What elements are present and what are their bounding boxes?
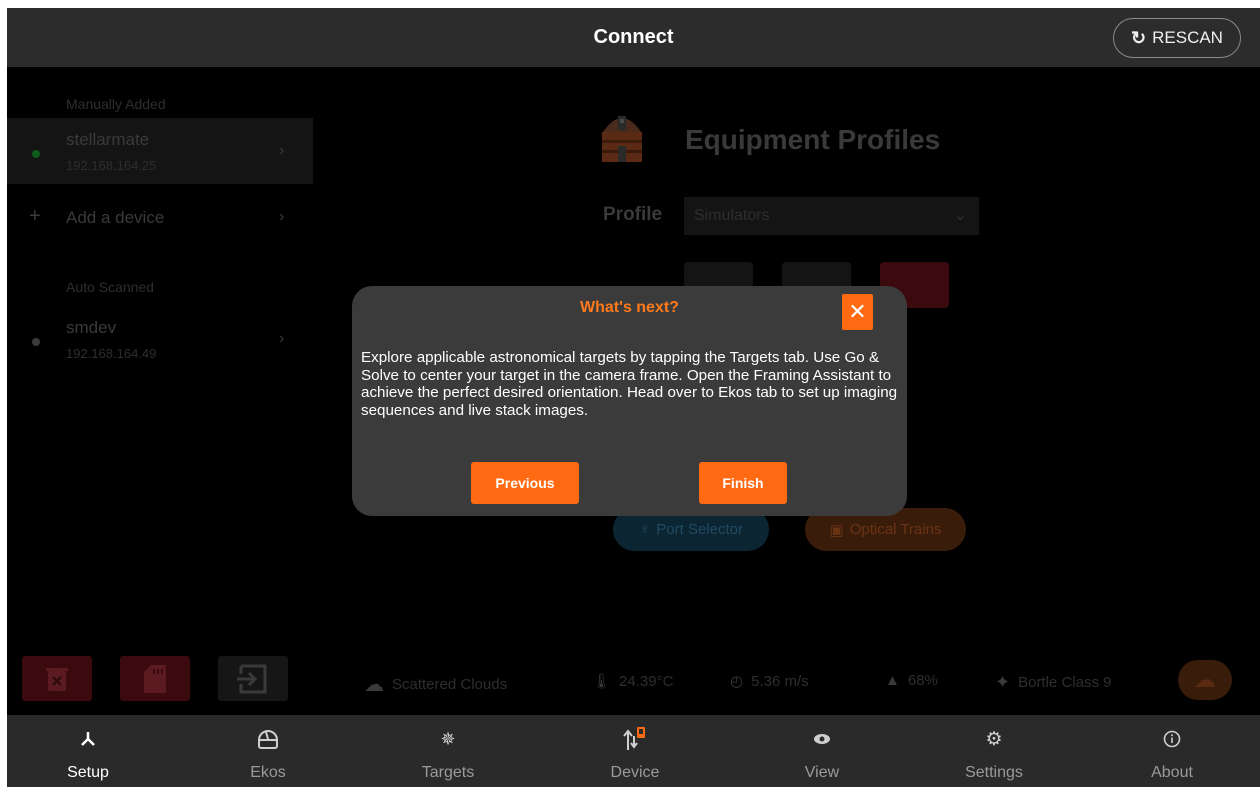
sparkle-icon: ✦ [995,672,1011,692]
page-title: Connect [593,26,674,48]
nav-item-about[interactable]: About [1112,715,1232,787]
nav-label: Targets [421,764,475,781]
device-ip: 192.168.164.49 [66,346,157,361]
nav-item-settings[interactable]: ⚙ Settings [934,715,1054,787]
profile-value: Simulators [694,207,770,224]
chevron-right-icon: › [279,330,285,347]
thermometer-icon: 🌡︎ [592,673,612,690]
dome-icon [208,727,328,751]
nav-item-device[interactable]: Device [575,715,695,787]
weather-humidity: ▲ 68% [885,672,938,689]
sd-card-icon [144,664,166,693]
remove-device-button[interactable] [22,656,92,701]
dialog-body: Explore applicable astronomical targets … [361,349,898,419]
previous-button[interactable]: Previous [471,462,579,504]
target-icon: ✵ [440,728,456,749]
wind-label: 5.36 m/s [751,672,809,690]
app-frame: Connect ↻ RESCAN Manually Added stellarm… [0,0,1260,787]
device-item-stellarmate[interactable]: stellarmate 192.168.164.25 › [7,118,313,184]
train-icon: ▣ [829,521,844,539]
device-icon [575,727,695,751]
nav-label: Settings [965,764,1023,781]
eye-icon [762,727,882,751]
device-ip: 192.168.164.25 [66,158,157,173]
usb-icon: ♆ [639,521,651,538]
setup-icon [28,727,148,751]
optical-trains-label: Optical Trains [849,521,942,538]
cloud-icon: ☁ [1194,667,1216,692]
nav-item-setup[interactable]: Setup [28,715,148,787]
device-name: smdev [66,318,117,337]
profile-label: Profile [603,204,663,225]
nav-item-targets[interactable]: ✵ Targets [388,715,508,787]
device-item-smdev[interactable]: smdev 192.168.164.49 › [7,306,313,372]
weather-condition-label: Scattered Clouds [392,676,508,693]
bottom-nav: Setup Ekos ✵ Targets Device View ⚙ Setti… [7,715,1260,787]
weather-temperature: 🌡︎ 24.39°C [592,672,674,691]
nav-label: View [804,764,840,781]
top-bar: Connect ↻ RESCAN [7,8,1260,67]
status-dot [32,150,40,158]
weather-bortle: ✦ Bortle Class 9 [995,672,1111,693]
equipment-profiles-title: Equipment Profiles [685,124,941,155]
port-selector-label: Port Selector [656,521,743,538]
device-name: stellarmate [66,130,150,149]
manually-added-label: Manually Added [66,96,166,112]
rescan-button[interactable]: ↻ RESCAN [1113,18,1241,58]
add-device-label: Add a device [66,208,165,227]
chevron-right-icon: › [279,142,285,159]
whats-next-dialog: What's next? ✕ Explore applicable astron… [352,286,907,516]
droplet-icon: ▲ [885,672,900,689]
add-device-button[interactable]: + Add a device › [7,201,313,237]
logout-icon [237,664,267,693]
cloud-icon: ☁ [364,674,384,696]
nav-label: About [1151,764,1193,781]
nav-item-view[interactable]: View [762,715,882,787]
refresh-icon: ↻ [1131,27,1147,48]
humidity-label: 68% [907,672,938,689]
nav-label: Device [610,764,660,781]
close-button[interactable]: ✕ [842,294,873,330]
temperature-label: 24.39°C [619,672,674,690]
observatory-icon [602,116,642,162]
close-icon: ✕ [848,299,867,324]
chevron-right-icon: › [279,208,285,225]
dialog-title: What's next? [580,299,679,316]
finish-button[interactable]: Finish [699,462,787,504]
info-icon [1112,727,1232,751]
profile-select[interactable]: Simulators ⌄ [684,197,979,235]
rescan-label: RESCAN [1152,28,1223,47]
bortle-label: Bortle Class 9 [1018,674,1112,691]
screen: Connect ↻ RESCAN Manually Added stellarm… [7,8,1260,787]
auto-scanned-label: Auto Scanned [66,279,154,295]
speedometer-icon: ◴ [730,673,744,690]
logout-button[interactable] [218,656,288,701]
status-dot [32,338,40,346]
nav-label: Setup [67,764,109,781]
gear-icon: ⚙ [985,728,1003,750]
weather-cloud-button[interactable]: ☁ [1178,660,1232,700]
trash-icon [46,667,68,691]
nav-item-ekos[interactable]: Ekos [208,715,328,787]
weather-wind: ◴ 5.36 m/s [730,672,809,691]
plus-icon: + [29,205,41,227]
weather-condition: ☁ Scattered Clouds [364,672,507,697]
nav-label: Ekos [250,764,286,781]
sd-card-button[interactable] [120,656,190,701]
chevron-down-icon: ⌄ [953,207,967,224]
